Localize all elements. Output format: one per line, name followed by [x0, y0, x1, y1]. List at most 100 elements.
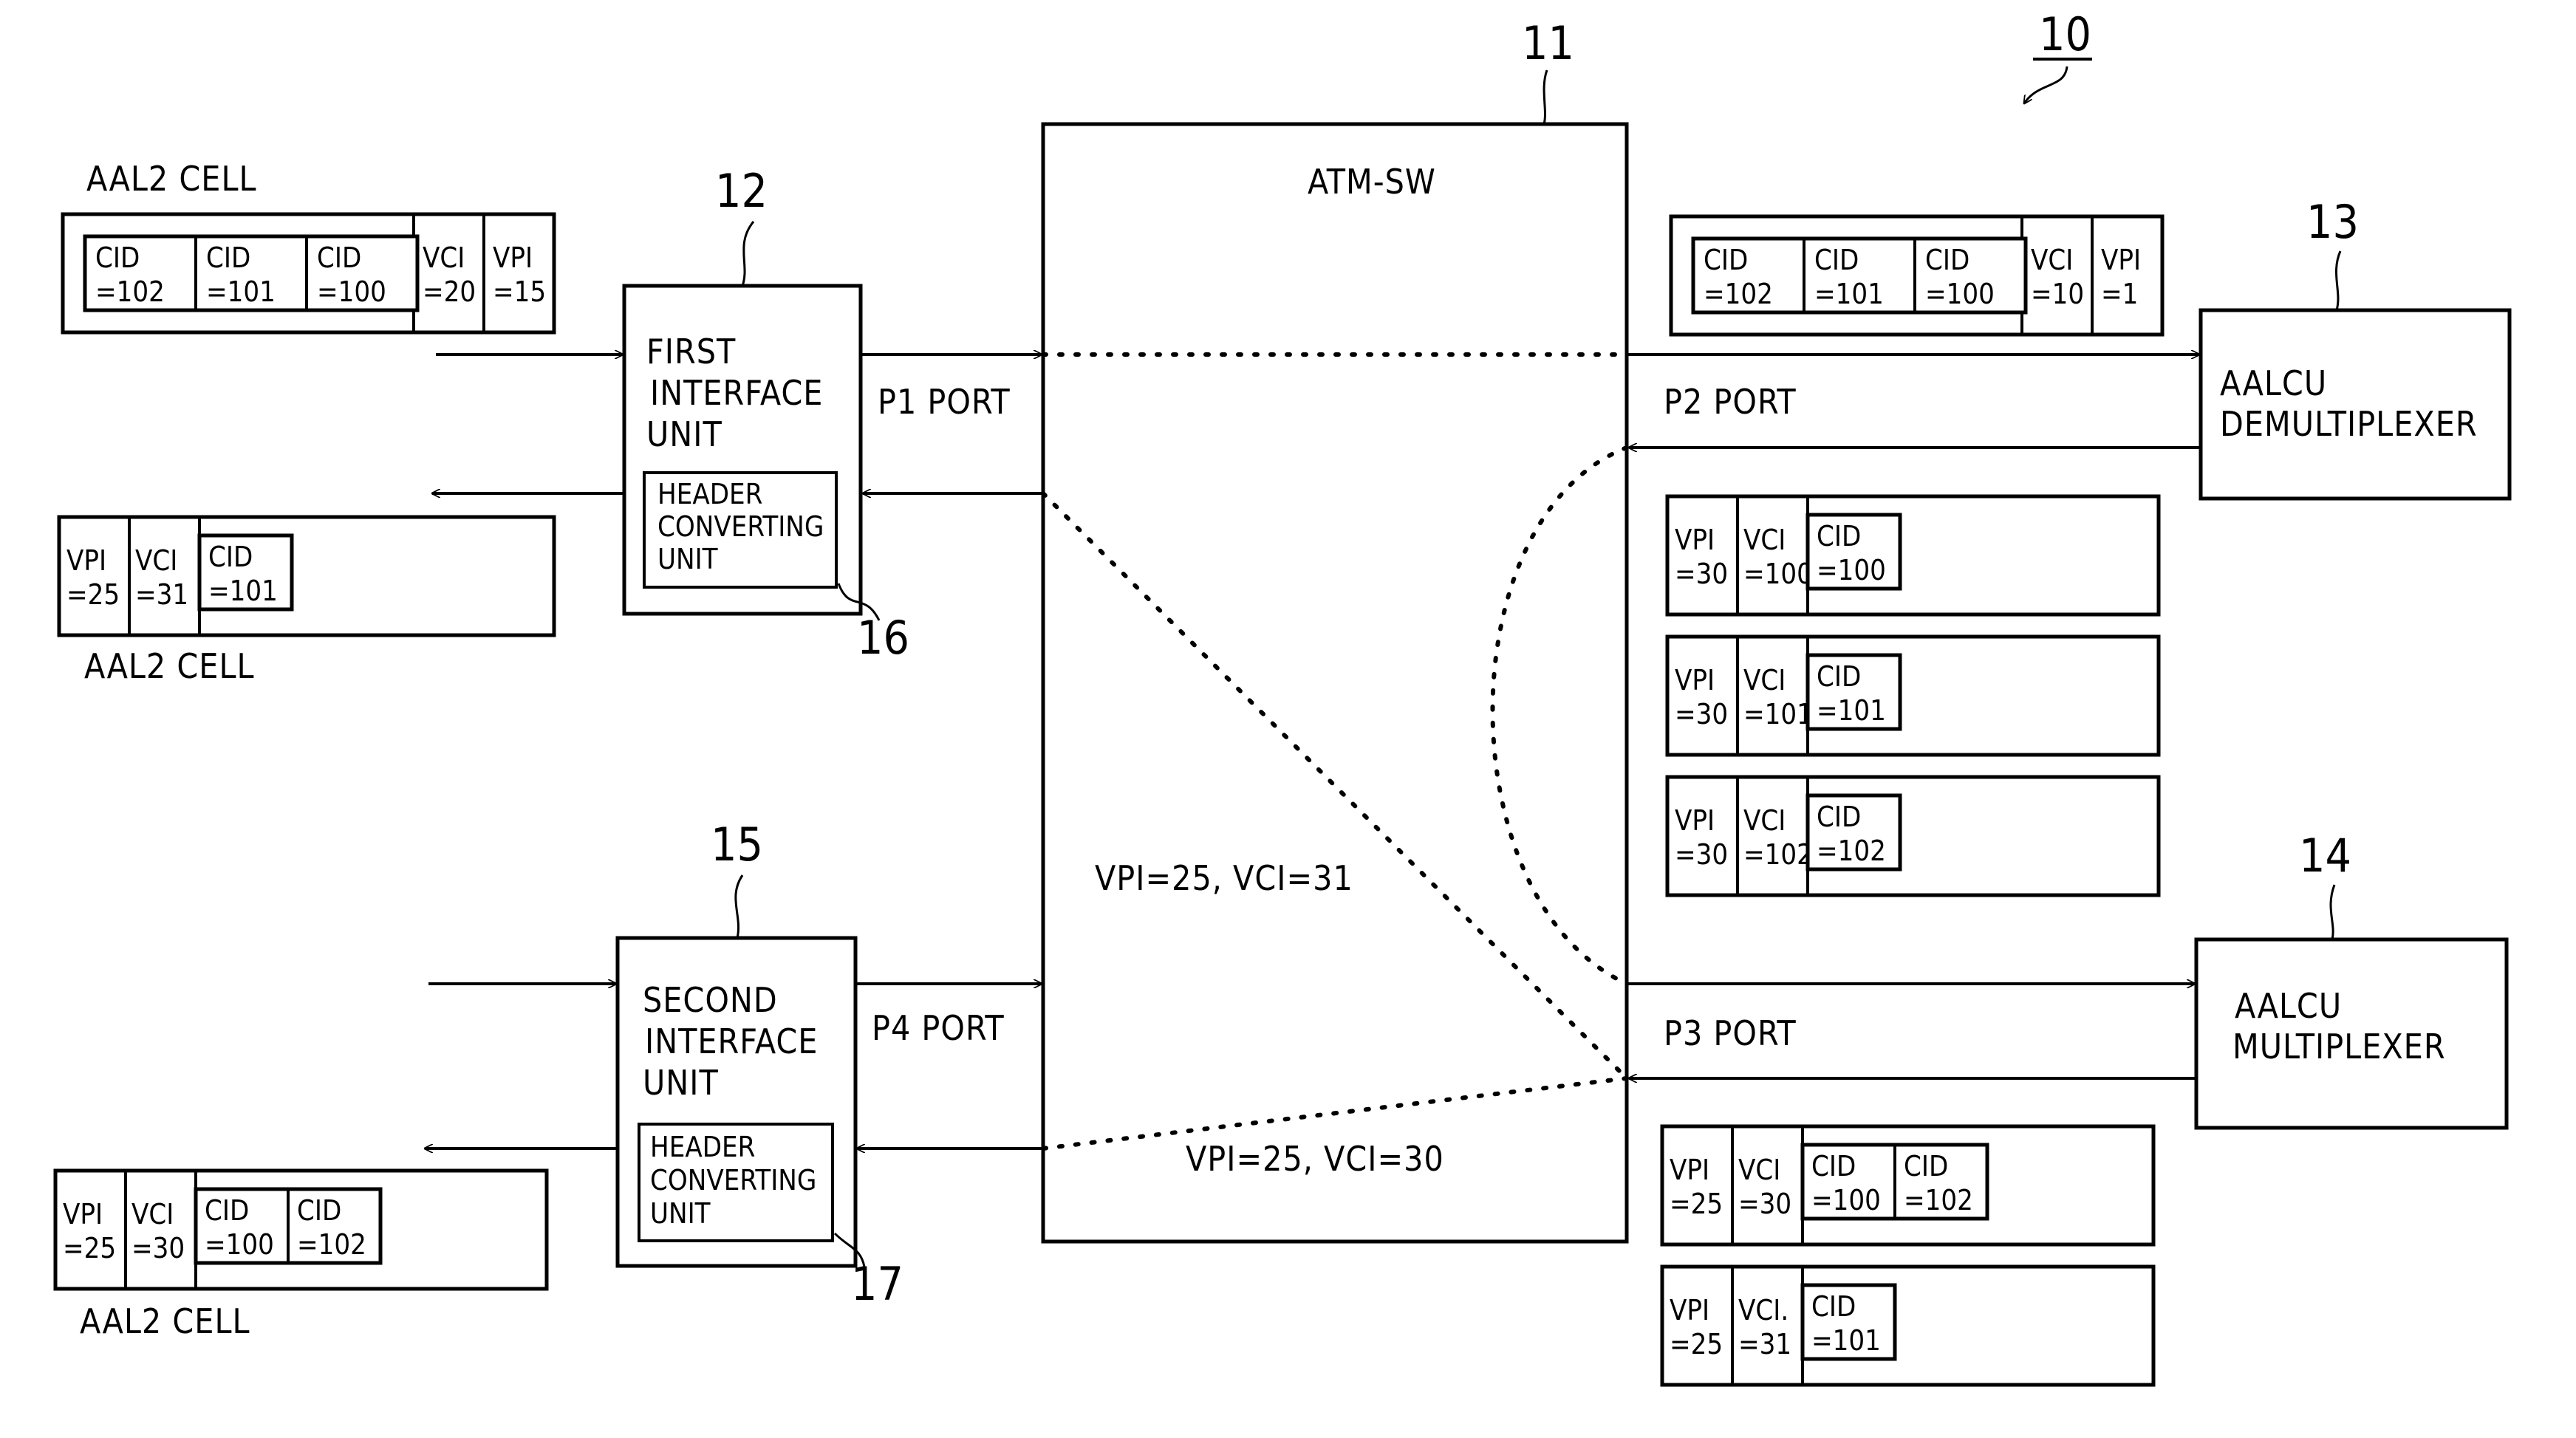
vpi-field-label: VPI	[66, 544, 106, 577]
demux-leader	[2335, 250, 2342, 311]
first-interface-label-1: FIRST	[646, 332, 736, 372]
vpi-field-label: VPI	[63, 1198, 103, 1230]
cell-to-demux: VCI=10VPI=1CID=102CID=101CID=100	[1669, 214, 2165, 337]
cell-demux-out-2: VPI=30VCI=101CID=101	[1665, 634, 2161, 757]
cid-field-label: CID	[317, 242, 361, 274]
second-interface-label-3: UNIT	[643, 1063, 719, 1103]
cid-field-value: =100	[205, 1228, 274, 1261]
vpi-field-label: VPI	[1670, 1154, 1709, 1186]
cell-egress-first: VPI=25 VCI=31 CID=101	[57, 515, 556, 637]
cid-field-label: CID	[1817, 660, 1861, 693]
cell-demux-out-3: VPI=30VCI=102CID=102	[1665, 775, 2161, 897]
mux-label-2: MULTIPLEXER	[2232, 1027, 2446, 1066]
cid-field-value: =100	[1817, 554, 1886, 586]
cell-ingress-first: VCI=20VPI=15CID=102CID=101CID=100	[61, 212, 556, 335]
atm-switch-ref: 11	[1522, 16, 1574, 70]
second-interface-ref: 15	[711, 818, 763, 872]
hcu17-label-3: UNIT	[650, 1197, 711, 1230]
vci-field-value: =30	[131, 1232, 185, 1264]
cid-field-label: CID	[1817, 520, 1861, 552]
vpi-field-label: VPI	[2101, 244, 2141, 276]
figure-number: 10	[2039, 7, 2091, 61]
vpi-field-value: =25	[66, 578, 120, 611]
cid-field-label: CID	[1817, 801, 1861, 833]
vci-field-value: =101	[1743, 698, 1813, 730]
hcu16-ref: 16	[857, 611, 909, 665]
atm-switch: ATM-SW 11 VPI=25, VCI=31 VPI=25, VCI=30	[1041, 16, 1629, 1244]
figure-leader-arrow	[2024, 66, 2068, 103]
cell-demux-out-1: VPI=30VCI=100CID=100	[1665, 494, 2161, 617]
vci-field-value: =100	[1743, 558, 1813, 590]
cid-field-label: CID	[1925, 244, 1969, 276]
vpi-field-value: =25	[1670, 1188, 1723, 1220]
cid-field-value: =101	[208, 575, 278, 607]
aal2-cell-label-out-second: AAL2 CELL	[80, 1301, 250, 1341]
hcu17-label-2: CONVERTING	[650, 1164, 816, 1196]
vci-field-value: =20	[423, 275, 476, 308]
demux-label-2: DEMULTIPLEXER	[2220, 404, 2478, 444]
mux-ref: 14	[2299, 829, 2351, 883]
second-interface-leader	[734, 874, 744, 939]
cell-frame	[57, 515, 556, 637]
vci-field-value: =10	[2031, 278, 2084, 310]
figure-reference: 10	[2024, 7, 2092, 103]
vci-field-label: VCI	[131, 1198, 174, 1230]
atm-switch-label: ATM-SW	[1308, 162, 1436, 202]
cid-field-label: CID	[206, 242, 250, 274]
vci-field-label: VCI	[2031, 244, 2073, 276]
cid-field-value: =101	[206, 275, 276, 308]
vci-field-label: VCI	[1738, 1154, 1780, 1186]
p2-port-label: P2 PORT	[1664, 382, 1797, 422]
vpi-field-label: VPI	[1675, 804, 1715, 837]
vpi-field-label: VPI	[1670, 1294, 1709, 1326]
vpi-field-label: VPI	[493, 242, 533, 274]
cid-field-label: CID	[1814, 244, 1859, 276]
cid-field-label: CID	[297, 1194, 341, 1227]
cell-mux-out-2: VPI=25 VCI.=31 CID=101	[1660, 1264, 2156, 1387]
second-interface-label-2: INTERFACE	[645, 1021, 818, 1061]
cid-field-value: =100	[1925, 278, 1995, 310]
route-label-vci30: VPI=25, VCI=30	[1186, 1139, 1444, 1179]
vci-field-label: VCI.	[1738, 1294, 1788, 1326]
atm-switch-leader	[1542, 69, 1548, 125]
cid-field-value: =102	[95, 275, 165, 308]
cid-field-value: =101	[1817, 694, 1886, 727]
aal2-cell-label-in-first: AAL2 CELL	[86, 159, 257, 199]
cell-egress-second: VPI=25VCI=30CID=100CID=102	[53, 1168, 549, 1291]
p4-port-label: P4 PORT	[872, 1008, 1005, 1048]
vci-field-label: VCI	[135, 544, 177, 577]
vci-field-value: =102	[1743, 838, 1813, 871]
vci-field-value: =30	[1738, 1188, 1791, 1220]
demux-label-1: AALCU	[2220, 363, 2327, 403]
hcu16-label-3: UNIT	[657, 543, 718, 575]
atm-switch-diagram: 10 ATM-SW 11 VPI=25, VCI=31 VPI=25, VCI=…	[53, 7, 2512, 1387]
cid-field-value: =100	[1811, 1184, 1881, 1216]
first-interface-label-3: UNIT	[646, 414, 722, 454]
vpi-field-value: =30	[1675, 558, 1728, 590]
cid-field-label: CID	[95, 242, 140, 274]
hcu17-label-1: HEADER	[650, 1131, 755, 1163]
first-interface-label-2: INTERFACE	[650, 373, 823, 413]
mux-label-1: AALCU	[2235, 986, 2342, 1026]
cid-field-value: =102	[297, 1228, 366, 1261]
cid-field-label: CID	[208, 541, 253, 573]
second-interface-label-1: SECOND	[643, 980, 778, 1020]
vci-field-label: VCI	[423, 242, 465, 274]
aal2-cell-label-out-first: AAL2 CELL	[84, 646, 255, 686]
vci-field-label: VCI	[1743, 524, 1786, 556]
vci-field-value: =31	[135, 578, 188, 611]
cid-field-label: CID	[205, 1194, 249, 1227]
first-interface-leader	[741, 221, 755, 287]
cid-field-label: CID	[1811, 1150, 1856, 1182]
vpi-field-value: =15	[493, 275, 546, 308]
vpi-field-value: =30	[1675, 698, 1728, 730]
cid-field-value: =102	[1704, 278, 1773, 310]
cid-field-value: =102	[1904, 1184, 1973, 1216]
cid-field-value: =102	[1817, 835, 1886, 867]
cell-frame	[1665, 634, 2161, 757]
route-label-vci31: VPI=25, VCI=31	[1095, 858, 1353, 898]
cid-field-label: CID	[1904, 1150, 1948, 1182]
cid-field-value: =100	[317, 275, 386, 308]
vpi-field-value: =30	[1675, 838, 1728, 871]
cell-mux-out-1: VPI=25VCI=30CID=100CID=102	[1660, 1124, 2156, 1247]
